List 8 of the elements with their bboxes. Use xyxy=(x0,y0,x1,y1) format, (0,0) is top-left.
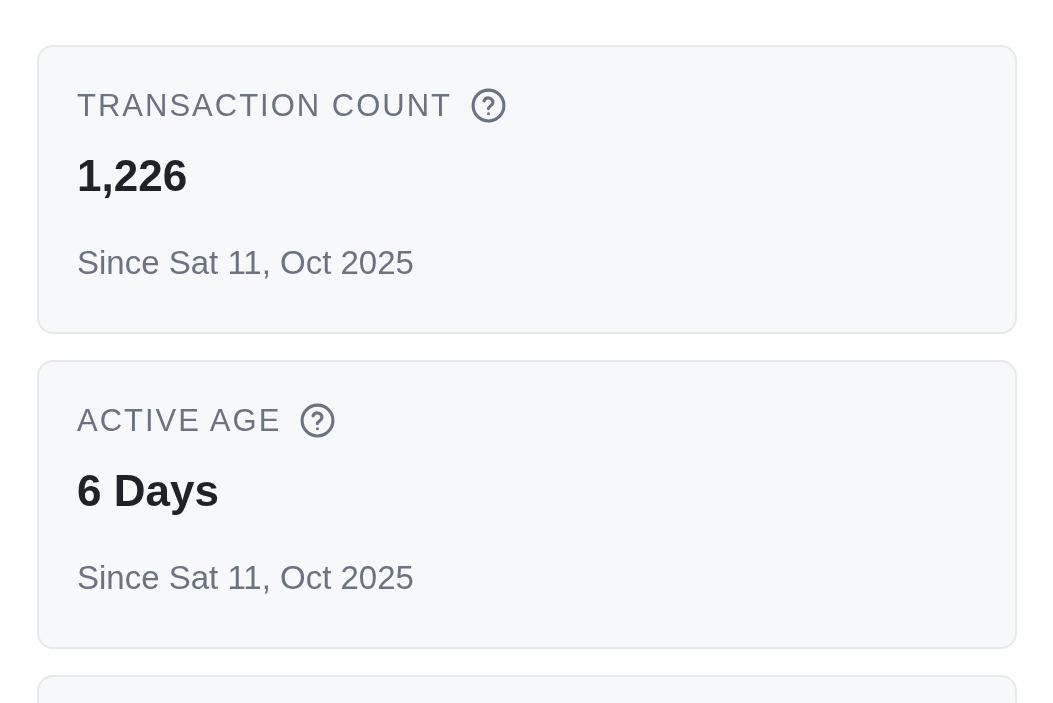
card-label: TRANSACTION COUNT xyxy=(77,89,452,121)
card-label: ACTIVE AGE xyxy=(77,404,282,436)
card-subtitle: Since Sat 11, Oct 2025 xyxy=(77,561,414,594)
help-icon[interactable] xyxy=(470,86,507,124)
card-value: 1,226 xyxy=(77,154,188,198)
help-icon[interactable] xyxy=(299,401,337,439)
card-subtitle: Since Sat 11, Oct 2025 xyxy=(77,246,414,279)
card-value: 6 Days xyxy=(77,469,219,513)
